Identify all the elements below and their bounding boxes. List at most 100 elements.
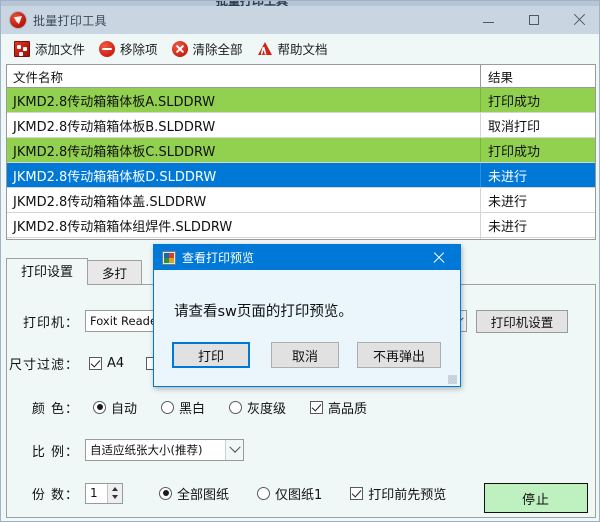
radio-icon [159, 486, 172, 500]
window-controls [466, 6, 599, 34]
sheets-all-radio[interactable]: 全部图纸 [159, 484, 229, 503]
cell-result: 取消打印 [480, 113, 595, 137]
size-filter-a4-label: A4 [107, 355, 125, 371]
help-document-button[interactable]: 帮助文档 [253, 37, 334, 61]
table-row[interactable]: JKMD2.8传动箱箱体板A.SLDDRW 打印成功 [7, 88, 595, 113]
stop-button[interactable]: 停止 [484, 483, 588, 513]
dialog-print-label: 打印 [197, 349, 224, 365]
color-grayscale-radio[interactable]: 灰度级 [229, 398, 286, 417]
preview-before-print-checkbox[interactable]: 打印前先预览 [350, 484, 446, 503]
tab-list: 打印设置 多打 [6, 258, 143, 285]
stepper-down-icon[interactable] [108, 493, 122, 503]
cell-filename: JKMD2.8传动箱箱体板B.SLDDRW [13, 119, 216, 135]
cell-filename: JKMD2.8传动箱箱体组焊件.SLDDRW [13, 219, 233, 235]
scale-select[interactable]: 自适应纸张大小(推荐) [85, 439, 244, 461]
add-file-icon [14, 40, 30, 57]
tab-print-settings[interactable]: 打印设置 [6, 258, 89, 285]
column-header-filename: 文件名称 [13, 69, 64, 85]
add-file-label: 添加文件 [35, 42, 86, 57]
close-button[interactable] [556, 6, 599, 34]
radio-icon [257, 486, 271, 500]
dialog-message: 请查看sw页面的打印预览。 [174, 304, 353, 320]
scale-select-value: 自适应纸张大小(推荐) [90, 443, 203, 457]
preview-before-print-label: 打印前先预览 [368, 487, 447, 503]
cell-filename: JKMD2.8传动箱箱体板C.SLDDRW [13, 144, 216, 160]
table-row[interactable]: JKMD2.8传动箱箱体板C.SLDDRW 打印成功 [7, 138, 595, 163]
dialog-titlebar: 查看打印预览 [154, 245, 460, 270]
dialog-title: 查看打印预览 [182, 251, 255, 265]
checkbox-icon [310, 400, 324, 414]
window-titlebar: 批量打印工具 [1, 6, 599, 34]
radio-icon [229, 400, 243, 414]
remove-item-icon [99, 40, 116, 57]
clear-all-button[interactable]: 清除全部 [168, 37, 249, 61]
table-header-row: 文件名称 结果 [7, 65, 595, 88]
application-window: 批量打印工具 批量打印工具 添加文件 移除项 清除全部 [0, 0, 600, 522]
remove-item-label: 移除项 [120, 42, 158, 57]
cell-result: 未进行 [480, 163, 595, 187]
color-mono-radio[interactable]: 黑白 [161, 398, 205, 417]
cell-result: 未进行 [480, 213, 595, 237]
sheets-first-radio[interactable]: 仅图纸1 [257, 484, 322, 503]
tab-multi-printer[interactable]: 多打 [87, 260, 143, 285]
dialog-close-button[interactable] [418, 245, 460, 270]
pdf-help-icon [257, 41, 273, 57]
size-filter-a4-checkbox[interactable]: A4 [89, 356, 124, 371]
maximize-button[interactable] [511, 6, 556, 34]
add-file-button[interactable]: 添加文件 [10, 37, 91, 61]
table-row[interactable]: JKMD2.8传动箱箱体板B.SLDDRW 取消打印 [7, 113, 595, 138]
high-quality-label: 高品质 [328, 401, 368, 417]
column-header-result: 结果 [480, 65, 595, 87]
size-filter-label: 尺寸过滤： [8, 357, 79, 373]
high-quality-checkbox[interactable]: 高品质 [310, 398, 367, 417]
main-toolbar: 添加文件 移除项 清除全部 帮助文档 [2, 34, 599, 63]
dialog-cancel-button[interactable]: 取消 [271, 342, 339, 368]
cell-filename: JKMD2.8传动箱箱体盖.SLDDRW [13, 194, 207, 210]
dialog-print-button[interactable]: 打印 [172, 342, 250, 368]
copies-stepper[interactable]: 1 [85, 482, 123, 504]
radio-icon [93, 400, 106, 414]
checkbox-icon [350, 486, 364, 500]
scale-label: 比 例： [31, 444, 79, 460]
printer-label: 打印机： [22, 315, 79, 331]
table-row-selected[interactable]: JKMD2.8传动箱箱体板D.SLDDRW 未进行 [7, 163, 595, 188]
color-grayscale-label: 灰度级 [247, 401, 287, 417]
printer-settings-button[interactable]: 打印机设置 [476, 309, 568, 333]
cell-filename: JKMD2.8传动箱箱体板A.SLDDRW [13, 94, 215, 110]
tab-print-settings-label: 打印设置 [21, 265, 74, 280]
dialog-cancel-label: 取消 [291, 349, 318, 365]
table-row[interactable]: JKMD2.8传动箱箱体组焊件.SLDDRW 未进行 [7, 213, 595, 238]
sheets-first-label: 仅图纸1 [275, 487, 323, 503]
tab-multi-printer-label: 多打 [102, 266, 128, 281]
file-list-table[interactable]: 文件名称 结果 JKMD2.8传动箱箱体板A.SLDDRW 打印成功 JKMD2… [6, 64, 596, 240]
stepper-up-icon[interactable] [108, 484, 122, 494]
app-window-icon [162, 250, 176, 265]
cell-result: 打印成功 [480, 138, 595, 162]
color-auto-label: 自动 [111, 401, 138, 417]
dialog-never-show-button[interactable]: 不再弹出 [357, 342, 441, 368]
cell-result: 未进行 [480, 188, 595, 212]
color-mono-label: 黑白 [179, 401, 206, 417]
radio-icon [161, 400, 175, 414]
window-title: 批量打印工具 [33, 13, 107, 28]
app-logo-icon [10, 12, 26, 28]
copies-value: 1 [90, 486, 98, 500]
print-preview-dialog: 查看打印预览 请查看sw页面的打印预览。 打印 取消 不再弹出 [153, 244, 461, 387]
remove-item-button[interactable]: 移除项 [95, 37, 164, 61]
table-row[interactable]: JKMD2.8传动箱箱体盖.SLDDRW 未进行 [7, 188, 595, 213]
dialog-never-show-label: 不再弹出 [372, 349, 425, 365]
minimize-icon [483, 21, 494, 23]
maximize-icon [528, 15, 539, 25]
color-label: 颜 色： [31, 401, 79, 417]
stop-button-label: 停止 [521, 492, 550, 508]
color-auto-radio[interactable]: 自动 [93, 398, 137, 417]
cell-filename: JKMD2.8传动箱箱体板D.SLDDRW [13, 169, 217, 185]
chevron-down-icon[interactable] [225, 440, 243, 460]
stepper-buttons[interactable] [107, 483, 122, 503]
close-icon [573, 14, 585, 26]
dialog-resize-grip[interactable] [448, 375, 457, 384]
printer-settings-label: 打印机设置 [490, 314, 554, 330]
copies-label: 份 数： [31, 487, 79, 503]
minimize-button[interactable] [466, 6, 511, 34]
table-row[interactable]: 螺钉 M5×20 GB T 70.1-2000.SLDDRW 未进行 [7, 238, 595, 239]
